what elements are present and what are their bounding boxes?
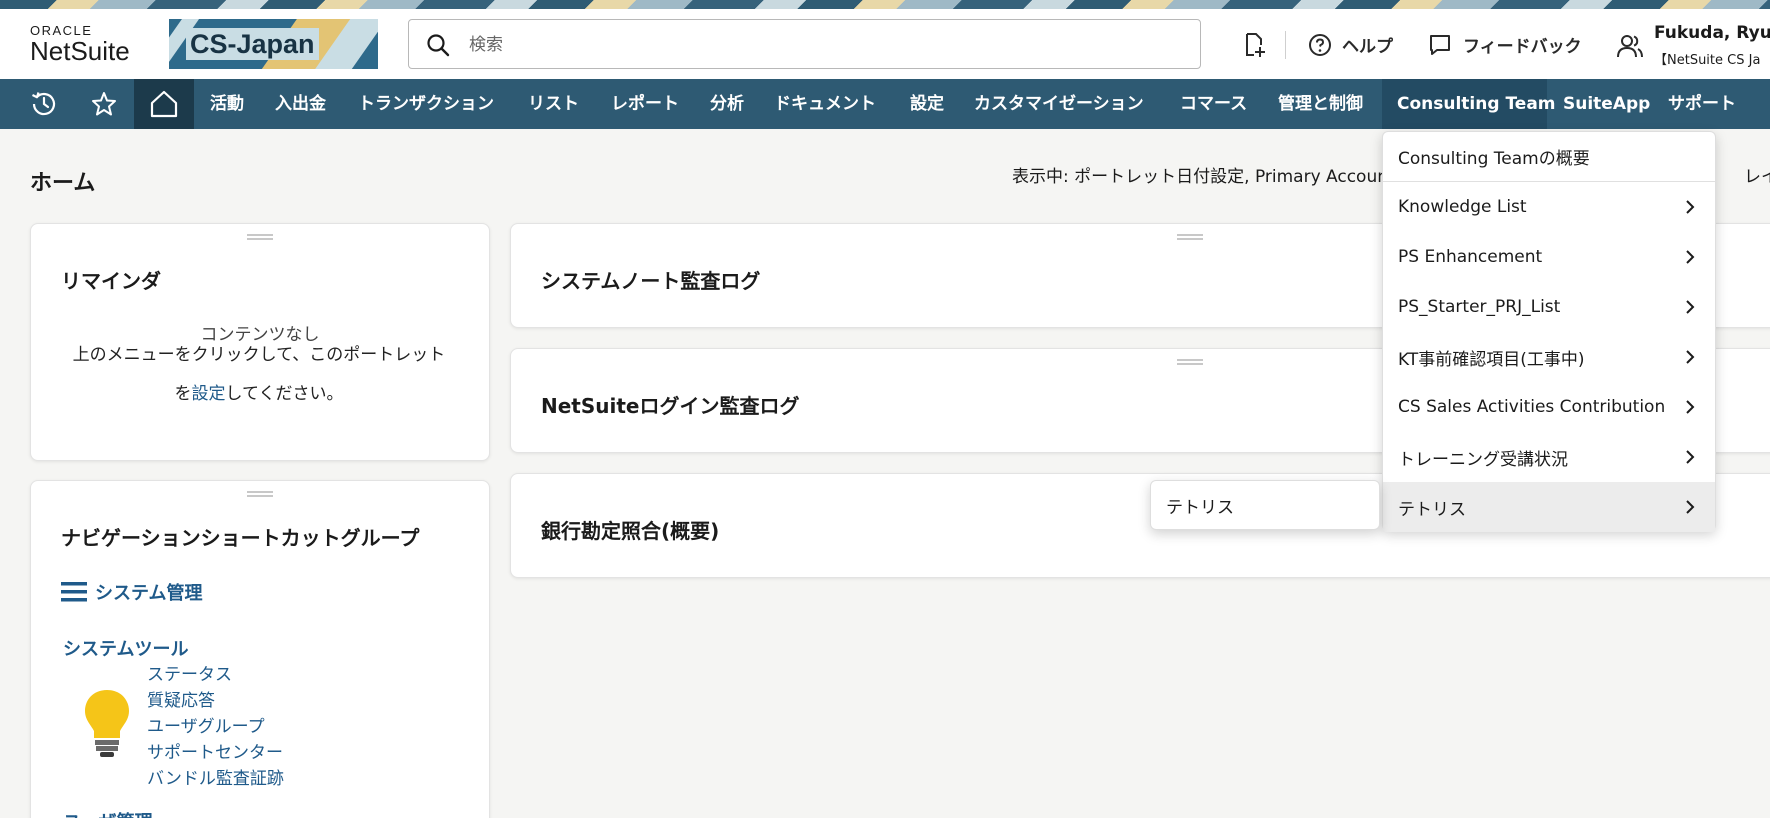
nav-item-reports[interactable]: レポート [596,79,694,129]
drag-handle[interactable] [247,234,273,240]
layout-link[interactable]: レイ [1744,162,1770,187]
recent-records-button[interactable] [14,79,74,129]
menu-item-consulting-overview[interactable]: Consulting Teamの概要 [1383,132,1715,182]
banner-text: CS-Japan [186,28,319,60]
header-decorative-stripe [0,0,1770,9]
nav-item-analytics[interactable]: 分析 [695,79,759,129]
portlet-title: リマインダ [61,269,161,293]
company-banner: CS-Japan [169,19,378,69]
nav-item-activities[interactable]: 活動 [195,79,259,129]
shortcut-link[interactable]: バンドル監査証跡 [147,766,284,792]
shortcut-link-list: ステータス 質疑応答 ユーザグループ サポートセンター バンドル監査証跡 [147,662,284,792]
tetris-submenu[interactable]: テトリス [1150,480,1380,530]
submenu-item-tetris[interactable]: テトリス [1166,493,1234,518]
nav-item-suiteapp[interactable]: SuiteApp [1548,79,1665,129]
chevron-right-icon [1686,400,1695,414]
portlet-title: 銀行勘定照合(概要) [541,519,720,543]
search-input[interactable] [469,32,1169,58]
lightbulb-icon [85,690,129,757]
menu-item-ps-enhancement[interactable]: PS Enhancement [1383,232,1715,282]
menu-item-kt-precheck[interactable]: KT事前確認項目(工事中) [1383,332,1715,382]
feedback-icon[interactable] [1428,33,1452,57]
nav-item-transactions[interactable]: トランザクション [343,79,509,129]
user-name[interactable]: Fukuda, Ryuta [1654,23,1770,43]
portlet-title: NetSuiteログイン監査ログ [541,394,800,418]
reminders-portlet: リマインダ コンテンツなし 上のメニューをクリックして、このポートレット を設定… [30,223,490,461]
chevron-right-icon [1686,300,1695,314]
group-user-management[interactable]: ユーザ管理 [63,808,153,818]
nav-item-payments[interactable]: 入出金 [260,79,341,129]
nav-item-commerce[interactable]: コマース [1165,79,1262,129]
menu-item-tetris[interactable]: テトリス [1383,482,1715,532]
home-button[interactable] [134,79,194,129]
menu-item-knowledge-list[interactable]: Knowledge List [1383,182,1715,232]
global-search[interactable] [408,19,1201,69]
chevron-right-icon [1686,500,1695,514]
menu-item-training-status[interactable]: トレーニング受講状況 [1383,432,1715,482]
shortcut-link[interactable]: サポートセンター [147,740,284,766]
shortcut-link[interactable]: ステータス [147,662,284,688]
main-navigation: 活動 入出金 トランザクション リスト レポート 分析 ドキュメント 設定 カス… [0,79,1770,129]
portlet-title: システムノート監査ログ [541,269,761,293]
global-header: ORACLE NetSuite CS-Japan ヘルプ フィードバック [0,9,1770,79]
favorites-button[interactable] [74,79,134,129]
consulting-team-dropdown: Consulting Teamの概要 Knowledge List PS Enh… [1382,131,1716,532]
logo-netsuite-text: NetSuite [30,36,130,66]
history-clock-icon [32,92,56,116]
search-icon [427,34,450,57]
header-separator [1285,31,1286,59]
star-icon [92,92,116,116]
shortcut-link[interactable]: 質疑応答 [147,688,284,714]
chevron-right-icon [1686,450,1695,464]
page-title: ホーム [30,171,96,196]
drag-handle[interactable] [1177,234,1203,240]
nav-item-documents[interactable]: ドキュメント [759,79,891,129]
nav-item-administration[interactable]: 管理と制御 [1263,79,1378,129]
chevron-right-icon [1686,350,1695,364]
viewing-filter-text[interactable]: 表示中: ポートレット日付設定, Primary Accoun [1012,162,1388,187]
section-system-admin[interactable]: システム管理 [61,579,202,605]
nav-item-support[interactable]: サポート [1653,79,1751,129]
setup-link[interactable]: 設定 [192,384,226,404]
empty-state-desc-line2: を設定してください。 [174,384,344,404]
home-icon [150,90,178,118]
help-icon[interactable] [1308,33,1332,57]
menu-item-cs-sales-activities[interactable]: CS Sales Activities Contribution [1383,382,1715,432]
create-new-record-icon[interactable] [1240,31,1268,59]
menu-list-icon [61,582,87,602]
netsuite-logo[interactable]: ORACLE NetSuite [30,23,140,67]
empty-state-desc-line1: 上のメニューをクリックして、このポートレット [72,345,446,365]
portlet-title: ナビゲーションショートカットグループ [61,526,420,550]
group-system-tools[interactable]: システムツール [63,635,188,661]
drag-handle[interactable] [1177,359,1203,365]
drag-handle[interactable] [247,491,273,497]
nav-item-consulting-team[interactable]: Consulting Team [1382,79,1556,129]
chevron-right-icon [1686,200,1695,214]
user-account-icon[interactable] [1617,33,1643,59]
nav-item-lists[interactable]: リスト [513,79,594,129]
user-role[interactable]: 【NetSuite CS Ja [1654,49,1760,68]
help-link[interactable]: ヘルプ [1342,32,1393,57]
chevron-right-icon [1686,250,1695,264]
section-label[interactable]: システム管理 [95,579,202,605]
shortcut-link[interactable]: ユーザグループ [147,714,284,740]
navigation-shortcuts-portlet: ナビゲーションショートカットグループ システム管理 システムツール ステータス … [30,480,490,818]
feedback-link[interactable]: フィードバック [1463,32,1582,57]
nav-item-setup[interactable]: 設定 [895,79,959,129]
nav-item-customization[interactable]: カスタマイゼーション [959,79,1159,129]
menu-item-ps-starter-prj-list[interactable]: PS_Starter_PRJ_List [1383,282,1715,332]
